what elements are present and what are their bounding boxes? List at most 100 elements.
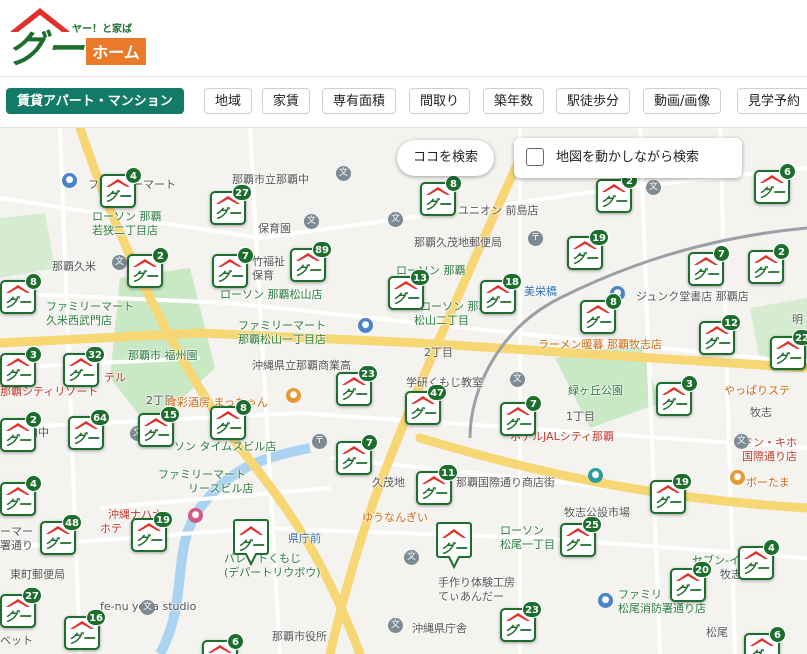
property-cluster-marker[interactable]: グー 23 <box>336 365 378 406</box>
property-cluster-marker[interactable]: グー6 <box>744 626 786 654</box>
property-cluster-marker[interactable]: グー 15 <box>138 406 180 447</box>
property-cluster-marker[interactable]: グー 48 <box>40 514 82 555</box>
property-cluster-marker[interactable]: グー 8 <box>580 293 622 334</box>
school-icon[interactable]: 文 <box>304 214 319 229</box>
property-cluster-marker[interactable]: グー 8 <box>0 273 42 314</box>
filter-walk-minutes[interactable]: 駅徒歩分 <box>556 88 631 114</box>
property-cluster-marker[interactable]: グー 7 <box>688 245 730 286</box>
map-label: 保育 <box>252 269 274 282</box>
property-cluster-marker[interactable]: グー 2 <box>0 411 42 452</box>
filter-property-type[interactable]: 賃貸アパート・マンション <box>6 88 184 114</box>
property-cluster-marker[interactable]: グー 4 <box>100 167 142 208</box>
school-icon[interactable]: 文 <box>734 434 749 449</box>
hotel-icon[interactable]: ● <box>188 508 203 523</box>
property-cluster-marker[interactable]: グー 23 <box>500 601 542 642</box>
property-cluster-marker[interactable]: グー 3 <box>656 375 698 416</box>
property-cluster-marker[interactable]: グー 20 <box>670 561 712 602</box>
cluster-count-badge: 7 <box>525 395 542 412</box>
filter-video-images[interactable]: 動画/画像 <box>643 88 722 114</box>
school-icon[interactable]: 文 <box>388 212 403 227</box>
school-icon[interactable]: 文 <box>140 600 155 615</box>
restaurant-icon[interactable]: ● <box>286 388 301 403</box>
property-pin[interactable]: グー <box>436 521 472 570</box>
marker-logo-text: グー <box>341 387 368 403</box>
post-office-icon[interactable]: 〒 <box>312 434 327 449</box>
property-cluster-marker[interactable]: グー 32 <box>63 346 105 387</box>
school-icon[interactable]: 文 <box>404 550 419 565</box>
property-cluster-marker[interactable]: グー 8 <box>420 175 462 216</box>
school-icon[interactable]: 文 <box>646 180 661 195</box>
property-cluster-marker[interactable]: グー 89 <box>290 241 332 282</box>
park-area <box>0 213 55 278</box>
property-cluster-marker[interactable]: グー 25 <box>560 516 602 557</box>
property-cluster-marker[interactable]: グー 2 <box>748 243 790 284</box>
property-cluster-marker[interactable]: グー 7 <box>500 395 542 436</box>
post-office-icon[interactable]: 〒 <box>528 231 543 246</box>
property-cluster-marker[interactable]: グー6 <box>754 163 796 204</box>
marker-logo-text: グー <box>5 368 32 384</box>
cluster-count-badge: 18 <box>502 273 522 290</box>
property-pin[interactable]: グー <box>233 518 269 567</box>
map-label: (デパートリウボウ) <box>224 566 321 579</box>
marker-logo-text: グー <box>341 456 368 472</box>
search-while-moving-toggle[interactable]: 地図を動かしながら検索 <box>514 138 742 178</box>
map-label: 松尾消防署通り店 <box>618 602 706 615</box>
school-icon[interactable]: 文 <box>510 372 525 387</box>
tourist-spot-icon[interactable]: ● <box>588 468 603 483</box>
property-cluster-marker[interactable]: グー 22 <box>770 329 807 370</box>
cluster-count-badge: 12 <box>721 314 741 331</box>
property-cluster-marker[interactable]: グー 7 <box>336 434 378 475</box>
filter-area[interactable]: 地域 <box>204 88 253 114</box>
map-label: 2丁目 <box>424 346 453 359</box>
property-cluster-marker[interactable]: グー 27 <box>0 587 42 628</box>
property-cluster-marker[interactable]: グー 4 <box>0 475 42 516</box>
school-icon[interactable]: 文 <box>336 166 351 181</box>
property-cluster-marker[interactable]: グー 19 <box>567 229 609 270</box>
shopping-icon[interactable]: ● <box>62 173 77 188</box>
site-header: グー ヤー！と家ば ホーム <box>0 0 807 77</box>
property-cluster-marker[interactable]: グー 47 <box>405 384 447 425</box>
filter-rent[interactable]: 家賃 <box>262 88 311 114</box>
property-cluster-marker[interactable]: グー 2 <box>596 172 638 213</box>
cluster-count-badge: 4 <box>125 167 142 184</box>
filter-floor-area[interactable]: 専有面積 <box>322 88 397 114</box>
property-cluster-marker[interactable]: グー 11 <box>416 464 458 505</box>
shopping-icon[interactable]: ● <box>598 593 613 608</box>
cluster-count-badge: 7 <box>713 245 730 262</box>
restaurant-icon[interactable]: ● <box>730 470 745 485</box>
filter-viewing-reservation[interactable]: 見学予約 <box>737 88 807 114</box>
map-label: 県庁前 <box>288 532 321 545</box>
property-cluster-marker[interactable]: グー 3 <box>0 346 42 387</box>
property-cluster-marker[interactable]: グー 8 <box>210 399 252 440</box>
property-cluster-marker[interactable]: グー 16 <box>64 609 106 650</box>
property-cluster-marker[interactable]: グー 13 <box>388 269 430 310</box>
marker-logo-text: グー <box>675 583 702 599</box>
map-view[interactable]: ファミリーマート 那覇市立那覇中 ローソン 那覇 若狭二丁目店 保育園 ユニオン… <box>0 128 807 654</box>
search-here-button[interactable]: ココを検索 <box>397 140 495 176</box>
property-cluster-marker[interactable]: グー 7 <box>212 247 254 288</box>
gu-home-logo[interactable]: グー ヤー！と家ば ホーム <box>4 2 154 72</box>
property-cluster-marker[interactable]: グー 4 <box>738 539 780 580</box>
cluster-count-badge: 89 <box>312 241 332 258</box>
map-label: ゆうなんぎい <box>362 511 428 524</box>
svg-text:グー: グー <box>441 541 468 557</box>
marker-logo-text: グー <box>45 536 72 552</box>
logo-sub-text: ホーム <box>92 43 140 62</box>
filter-building-age[interactable]: 築年数 <box>483 88 545 114</box>
property-cluster-marker[interactable]: グー 2 <box>127 247 169 288</box>
school-icon[interactable]: 文 <box>112 255 127 270</box>
school-icon[interactable]: 文 <box>388 618 403 633</box>
property-cluster-marker[interactable]: グー 18 <box>480 273 522 314</box>
property-cluster-marker[interactable]: グー 19 <box>131 511 173 552</box>
cluster-count-badge: 19 <box>672 473 692 490</box>
property-cluster-marker[interactable]: グー 19 <box>650 473 692 514</box>
property-cluster-marker[interactable]: グー6 <box>202 633 244 654</box>
cluster-count-badge: 27 <box>22 587 42 604</box>
property-cluster-marker[interactable]: グー 64 <box>68 409 110 450</box>
filter-layout[interactable]: 間取り <box>409 88 471 114</box>
marker-logo-text: グー <box>753 265 780 281</box>
search-while-moving-checkbox[interactable] <box>526 148 544 166</box>
shopping-icon[interactable]: ● <box>358 318 373 333</box>
property-cluster-marker[interactable]: グー 27 <box>210 184 252 225</box>
property-cluster-marker[interactable]: グー 12 <box>699 314 741 355</box>
